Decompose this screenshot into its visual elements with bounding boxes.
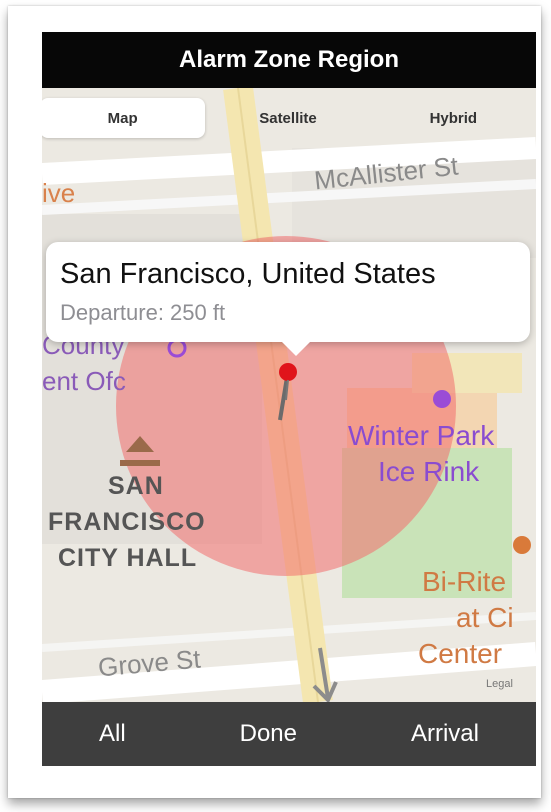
- screenshot-frame: Alarm Zone Region Map Satellite Hybrid M…: [8, 6, 541, 798]
- poi-label-ice-rink: Ice Rink: [378, 456, 480, 487]
- arrival-button[interactable]: Arrival: [393, 712, 497, 756]
- page-title: Alarm Zone Region: [178, 46, 400, 73]
- landmark-label-city-hall: FRANCISCO: [48, 508, 206, 536]
- bottom-toolbar: All Done Arrival: [42, 702, 536, 766]
- map-type-segmented-control: Map Satellite Hybrid: [42, 96, 536, 140]
- callout-subtitle: Departure: 250 ft: [60, 300, 226, 325]
- callout-title: San Francisco, United States: [60, 258, 436, 290]
- poi-label-winter-park: Winter Park: [348, 420, 495, 451]
- all-button[interactable]: All: [81, 712, 144, 756]
- map-type-hybrid[interactable]: Hybrid: [371, 96, 536, 140]
- poi-label-bi-rite: at Ci: [456, 602, 514, 633]
- map-type-satellite[interactable]: Satellite: [205, 96, 370, 140]
- location-callout[interactable]: San Francisco, United States Departure: …: [46, 242, 530, 356]
- done-button[interactable]: Done: [222, 712, 315, 756]
- navigation-bar: Alarm Zone Region: [42, 32, 536, 88]
- map-label-fragment: ent Ofc: [42, 366, 126, 396]
- landmark-label-city-hall: CITY HALL: [58, 544, 198, 572]
- landmark-label-city-hall: SAN: [108, 472, 164, 500]
- poi-label-bi-rite: Bi-Rite: [422, 566, 507, 597]
- map-type-map[interactable]: Map: [42, 98, 206, 138]
- map-label-fragment: ive: [42, 178, 76, 208]
- poi-label-bi-rite: Center: [418, 638, 503, 669]
- app-screen: Alarm Zone Region Map Satellite Hybrid M…: [42, 32, 536, 766]
- map-view[interactable]: Map Satellite Hybrid McAllister St ive C…: [42, 88, 536, 702]
- poi-icon-orange: [513, 536, 531, 554]
- legal-link[interactable]: Legal: [486, 678, 513, 690]
- map-pin: [279, 363, 297, 381]
- poi-icon-purple: [433, 390, 451, 408]
